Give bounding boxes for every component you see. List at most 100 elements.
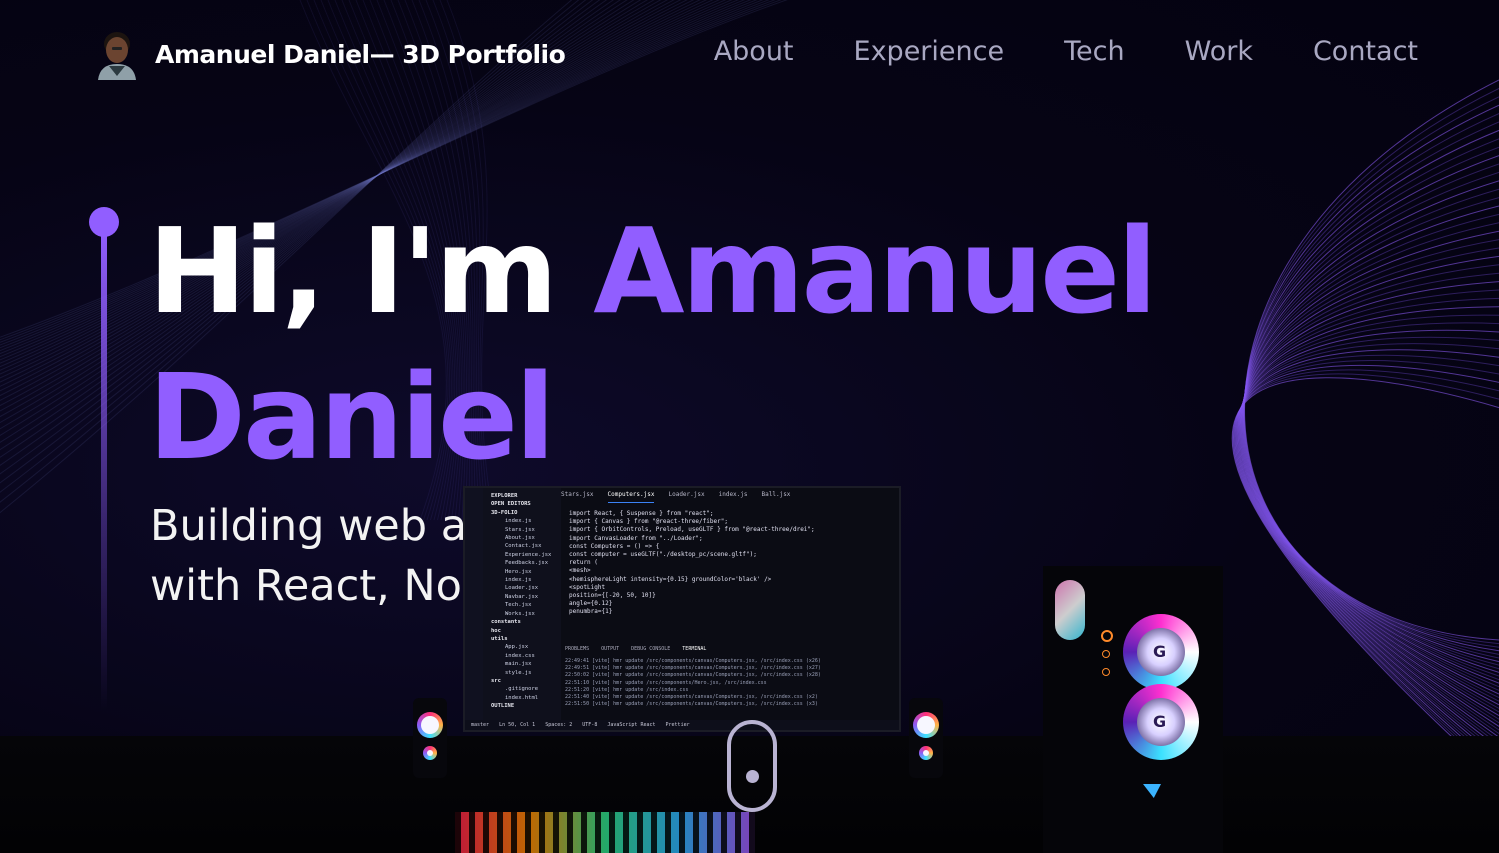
fan-icon: G <box>1123 614 1199 690</box>
explorer-item[interactable]: index.js <box>483 576 561 584</box>
explorer-item[interactable]: .gitignore <box>483 685 561 693</box>
terminal-tab[interactable]: TERMINAL <box>682 646 706 652</box>
fan-icon: G <box>1123 684 1199 760</box>
portfolio-page: Amanuel Daniel— 3D Portfolio About Exper… <box>0 0 1499 853</box>
editor-explorer: EXPLORER OPEN EDITORS 3D-FOLIO index.js Star… <box>483 488 561 722</box>
explorer-item[interactable]: OPEN EDITORS <box>483 500 561 508</box>
hero-heading: Hi, I'm Amanuel Daniel <box>148 198 1248 490</box>
explorer-item[interactable]: Contact.jsx <box>483 542 561 550</box>
explorer-item[interactable]: Hero.jsx <box>483 568 561 576</box>
explorer-item[interactable]: Feedbacks.jsx <box>483 559 561 567</box>
explorer-item[interactable]: EXPLORER <box>483 492 561 500</box>
code-line: <spotLight <box>569 583 606 591</box>
keyboard-keys <box>455 812 755 853</box>
aorus-logo-icon <box>1143 784 1161 798</box>
terminal-line: 22:50:02 [vite] hmr update /src/componen… <box>565 672 821 679</box>
status-item: Spaces: 2 <box>545 722 573 728</box>
editor-tab[interactable]: Computers.jsx <box>607 491 655 503</box>
editor-tab[interactable]: Loader.jsx <box>668 491 704 503</box>
terminal-line: 22:51:10 [vite] hmr update /src/componen… <box>565 679 767 686</box>
editor-tab[interactable]: Stars.jsx <box>561 491 594 503</box>
explorer-item[interactable]: utils <box>483 635 561 643</box>
code-line: return ( <box>569 559 598 567</box>
explorer-item[interactable]: OUTLINE <box>483 702 561 710</box>
scroll-down-button[interactable] <box>727 720 777 812</box>
navbar: Amanuel Daniel— 3D Portfolio About Exper… <box>0 0 1499 106</box>
terminal-line: 22:49:51 [vite] hmr update /src/componen… <box>565 665 821 672</box>
code-line: position={[-20, 50, 10]} <box>569 592 656 600</box>
nav-link-contact[interactable]: Contact <box>1313 36 1418 67</box>
explorer-item[interactable]: hoc <box>483 627 561 635</box>
avatar <box>94 28 140 80</box>
status-item: JavaScript React <box>607 722 656 728</box>
explorer-item[interactable]: About.jsx <box>483 534 561 542</box>
speaker-right <box>909 698 943 778</box>
explorer-item[interactable]: Stars.jsx <box>483 526 561 534</box>
nav-link-about[interactable]: About <box>714 36 794 67</box>
explorer-item[interactable]: Experience.jsx <box>483 551 561 559</box>
explorer-item[interactable]: Loader.jsx <box>483 584 561 592</box>
explorer-item[interactable]: index.js <box>483 517 561 525</box>
code-line: penumbra={1} <box>569 608 613 616</box>
explorer-item[interactable]: src <box>483 677 561 685</box>
pc-side-light <box>1055 580 1085 640</box>
status-item: master <box>471 722 490 728</box>
hero-greeting: Hi, I'm <box>148 202 594 340</box>
explorer-item[interactable]: index.html <box>483 694 561 702</box>
terminal-line: 22:51:50 [vite] hmr update /src/componen… <box>565 701 818 708</box>
monitor-screen: EXPLORER OPEN EDITORS 3D-FOLIO index.js Star… <box>463 486 901 732</box>
explorer-item[interactable]: 3D-FOLIO <box>483 509 561 517</box>
hero-last-name: Daniel <box>148 348 556 486</box>
pc-button-icon <box>1102 650 1110 658</box>
brand-title: Amanuel Daniel— 3D Portfolio <box>155 39 566 69</box>
code-line: import { OrbitControls, Preload, useGLTF… <box>569 526 815 534</box>
speaker-ring-icon <box>417 712 443 738</box>
nav-link-experience[interactable]: Experience <box>854 36 1005 67</box>
hero-timeline-line <box>101 230 107 710</box>
pc-button-icon <box>1101 630 1113 642</box>
nav-links: About Experience Tech Work Contact <box>654 36 1418 67</box>
editor-activity-bar <box>465 488 483 730</box>
explorer-item[interactable]: App.jsx <box>483 643 561 651</box>
terminal-line: 22:49:41 [vite] hmr update /src/componen… <box>565 658 821 664</box>
terminal-tab[interactable]: OUTPUT <box>601 646 619 652</box>
code-line: const computer = useGLTF("./desktop_pc/s… <box>569 551 757 559</box>
pc-tower: G G <box>1043 566 1223 853</box>
explorer-item[interactable]: Tech.jsx <box>483 601 561 609</box>
nav-link-tech[interactable]: Tech <box>1064 36 1124 67</box>
explorer-item[interactable]: constants <box>483 618 561 626</box>
explorer-item[interactable]: main.jsx <box>483 660 561 668</box>
nav-link-work[interactable]: Work <box>1185 36 1253 67</box>
scroll-mouse-icon <box>746 770 759 783</box>
hero-subtitle-line-1: Building web a <box>150 501 468 551</box>
code-line: const Computers = () => { <box>569 542 660 550</box>
status-item: UTF-8 <box>582 722 598 728</box>
explorer-item[interactable]: style.js <box>483 669 561 677</box>
speaker-left <box>413 698 447 778</box>
editor-tab[interactable]: index.js <box>719 491 748 503</box>
terminal-line: 22:51:40 [vite] hmr update /src/componen… <box>565 694 818 701</box>
terminal-tabs: PROBLEMS OUTPUT DEBUG CONSOLE TERMINAL <box>565 646 895 652</box>
status-item: Prettier <box>665 722 690 728</box>
speaker-ring-icon <box>423 746 437 760</box>
editor-terminal: PROBLEMS OUTPUT DEBUG CONSOLE TERMINAL 22:4… <box>565 646 895 716</box>
explorer-item[interactable]: Works.jsx <box>483 610 561 618</box>
speaker-ring-icon <box>919 746 933 760</box>
explorer-item[interactable]: index.css <box>483 652 561 660</box>
hero-first-name: Amanuel <box>593 202 1157 340</box>
code-line: angle={0.12} <box>569 600 613 608</box>
editor-status-bar: master Ln 50, Col 1 Spaces: 2 UTF-8 JavaScri… <box>465 720 899 730</box>
terminal-tab[interactable]: DEBUG CONSOLE <box>631 646 670 652</box>
editor-code: import React, { Suspense } from "react";… <box>569 510 869 617</box>
editor-tabs: Stars.jsx Computers.jsx Loader.jsx index.js… <box>561 491 895 503</box>
hero-subtitle: Building web a with React, No <box>150 496 480 616</box>
terminal-line: 22:51:20 [vite] hmr update /src/index.cs… <box>565 686 689 693</box>
explorer-item[interactable]: Navbar.jsx <box>483 593 561 601</box>
terminal-tab[interactable]: PROBLEMS <box>565 646 589 652</box>
code-line: import CanvasLoader from "../Loader"; <box>569 534 703 542</box>
pc-button-icon <box>1102 668 1110 676</box>
code-line: <mesh> <box>569 567 591 575</box>
editor-tab[interactable]: Ball.jsx <box>762 491 791 503</box>
brand-link[interactable]: Amanuel Daniel— 3D Portfolio <box>94 28 566 80</box>
hero-subtitle-line-2: with React, No <box>150 561 462 611</box>
